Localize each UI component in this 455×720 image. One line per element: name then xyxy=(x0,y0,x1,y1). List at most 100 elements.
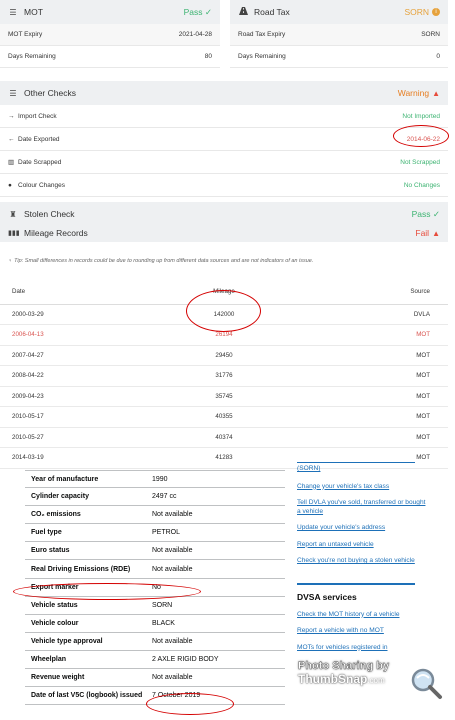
mileage-tip: ♀ Tip: Small differences in records coul… xyxy=(0,242,448,280)
row-date: 2008-04-22 xyxy=(0,365,148,387)
other-checks-header: ☰ Other Checks Warning ▲ xyxy=(0,81,448,105)
detail-value: Not available xyxy=(152,674,193,682)
divider xyxy=(297,582,415,585)
detail-value: Not available xyxy=(152,511,193,519)
link-report-no-mot[interactable]: Report a vehicle with no MOT xyxy=(297,627,427,636)
check-row-key: Import Check xyxy=(18,112,57,120)
row-source: MOT xyxy=(300,406,448,428)
road-tax-row-key: Road Tax Expiry xyxy=(238,31,286,38)
row-source: DVLA xyxy=(300,304,448,325)
detail-value: 7 October 2019 xyxy=(152,692,201,700)
table-row: 2008-04-22 31776 MOT xyxy=(0,365,448,387)
mot-row-value: 2021-04-28 xyxy=(178,31,212,38)
mot-panel: ☰ MOT Pass ✓ MOT Expiry 2021-04-28 Days … xyxy=(0,0,220,68)
row-date: 2007-04-27 xyxy=(0,345,148,366)
road-tax-panel: Road Tax SORN i Road Tax Expiry SORN Day… xyxy=(230,0,448,68)
mileage-header: ▮▮▮ Mileage Records Fail ▲ xyxy=(0,224,448,242)
detail-value: Not available xyxy=(152,637,193,645)
check-row-key: Date Scrapped xyxy=(18,158,62,166)
row-source: MOT xyxy=(300,345,448,366)
divider xyxy=(297,462,415,463)
detail-row: Vehicle type approval Not available xyxy=(25,633,285,651)
detail-value: No xyxy=(152,583,161,591)
detail-row: Date of last V5C (logbook) issued 7 Octo… xyxy=(25,687,285,706)
detail-key: Export marker xyxy=(31,583,79,591)
mot-title: MOT xyxy=(24,7,43,17)
column-header-date: Date xyxy=(0,280,148,305)
arrow-right-icon: → xyxy=(8,112,15,120)
detail-row: Year of manufacture 1990 xyxy=(25,470,285,489)
column-header-mileage: Mileage xyxy=(147,280,301,305)
mot-header: ☰ MOT Pass ✓ xyxy=(0,0,220,24)
check-row: ← Date Exported 2014-06-22 xyxy=(0,128,448,151)
road-tax-row-key: Days Remaining xyxy=(238,53,286,60)
check-row-value: 2014-06-22 xyxy=(406,135,440,143)
mot-row: MOT Expiry 2021-04-28 xyxy=(0,24,220,46)
row-mileage: 26194 xyxy=(147,324,301,346)
road-tax-row: Road Tax Expiry SORN xyxy=(230,24,448,46)
palette-icon: ● xyxy=(8,181,12,189)
other-checks-title: Other Checks xyxy=(24,88,76,98)
row-mileage: 29450 xyxy=(147,345,301,366)
mileage-table: Date Mileage Source 2000-03-29 142000 DV… xyxy=(0,280,448,469)
detail-row: Fuel type PETROL xyxy=(25,524,285,543)
mileage-title: Mileage Records xyxy=(24,228,88,238)
road-tax-title: Road Tax xyxy=(254,7,290,17)
link-update-address[interactable]: Update your vehicle's address xyxy=(297,524,427,533)
trash-icon: ▥ xyxy=(8,159,15,166)
detail-value: SORN xyxy=(152,601,173,609)
detail-row: Cylinder capacity 2497 cc xyxy=(25,488,285,507)
column-header-source: Source xyxy=(300,280,448,305)
detail-key: Date of last V5C (logbook) issued xyxy=(31,692,143,700)
row-date: 2000-03-29 xyxy=(0,304,148,325)
row-date: 2009-04-23 xyxy=(0,386,148,407)
detail-key: Revenue weight xyxy=(31,674,85,682)
check-row-key: Date Exported xyxy=(18,135,60,143)
detail-value: Not available xyxy=(152,565,193,573)
road-tax-row-value: SORN xyxy=(421,31,440,38)
link-change-tax-class[interactable]: Change your vehicle's tax class xyxy=(297,483,427,492)
table-row: 2010-05-27 40374 MOT xyxy=(0,427,448,448)
arrow-left-icon: ← xyxy=(8,135,15,143)
road-tax-row-value: 0 xyxy=(436,53,440,60)
check-row-value: No Changes xyxy=(403,181,440,189)
watermark-brand: ThumbSnap xyxy=(298,672,368,686)
link-report-untaxed[interactable]: Report an untaxed vehicle xyxy=(297,541,427,550)
warning-icon: ▲ xyxy=(432,228,440,238)
detail-key: Vehicle type approval xyxy=(31,637,103,645)
link-mot-registered[interactable]: MOTs for vehicles registered in xyxy=(297,644,427,653)
detail-value: PETROL xyxy=(152,529,181,537)
info-icon: i xyxy=(432,8,440,16)
link-sorn[interactable]: (SORN) xyxy=(297,465,427,474)
table-row: 2000-03-29 142000 DVLA xyxy=(0,304,448,325)
detail-value: 1990 xyxy=(152,475,168,483)
row-date: 2006-04-13 xyxy=(0,324,148,346)
detail-value: 2 AXLE RIGID BODY xyxy=(152,655,219,663)
detail-row: Vehicle colour BLACK xyxy=(25,615,285,633)
check-row-key: Colour Changes xyxy=(18,181,65,189)
link-check-stolen[interactable]: Check you're not buying a stolen vehicle xyxy=(297,557,427,566)
road-tax-row: Days Remaining 0 xyxy=(230,46,448,68)
link-mot-history[interactable]: Check the MOT history of a vehicle xyxy=(297,611,427,620)
mot-row: Days Remaining 80 xyxy=(0,46,220,68)
detail-row: Wheelplan 2 AXLE RIGID BODY xyxy=(25,651,285,670)
table-row: 2006-04-13 26194 MOT xyxy=(0,324,448,346)
stolen-check-status: Pass ✓ xyxy=(411,208,440,219)
list-icon: ☰ xyxy=(9,88,17,98)
other-checks-status: Warning xyxy=(397,88,430,98)
table-row: 2010-05-17 40355 MOT xyxy=(0,406,448,428)
detail-row: Vehicle status SORN xyxy=(25,597,285,615)
detail-row: Revenue weight Not available xyxy=(25,669,285,688)
mot-row-value: 80 xyxy=(204,53,212,60)
mot-row-key: MOT Expiry xyxy=(8,31,43,38)
link-sold-transferred[interactable]: Tell DVLA you've sold, transferred or bo… xyxy=(297,499,427,516)
detail-value: BLACK xyxy=(152,619,175,627)
vehicle-details-list: Year of manufacture 1990 Cylinder capaci… xyxy=(25,470,285,706)
magnifier-icon xyxy=(411,668,442,699)
detail-key: Wheelplan xyxy=(31,655,67,663)
mileage-tip-text: Tip: Small differences in records could … xyxy=(14,258,314,264)
other-checks-panel: ☰ Other Checks Warning ▲ → Import Check … xyxy=(0,81,448,197)
row-source: MOT xyxy=(300,427,448,448)
row-mileage: 31776 xyxy=(147,365,301,387)
mileage-panel: ▮▮▮ Mileage Records Fail ▲ ♀ Tip: Small … xyxy=(0,224,448,469)
